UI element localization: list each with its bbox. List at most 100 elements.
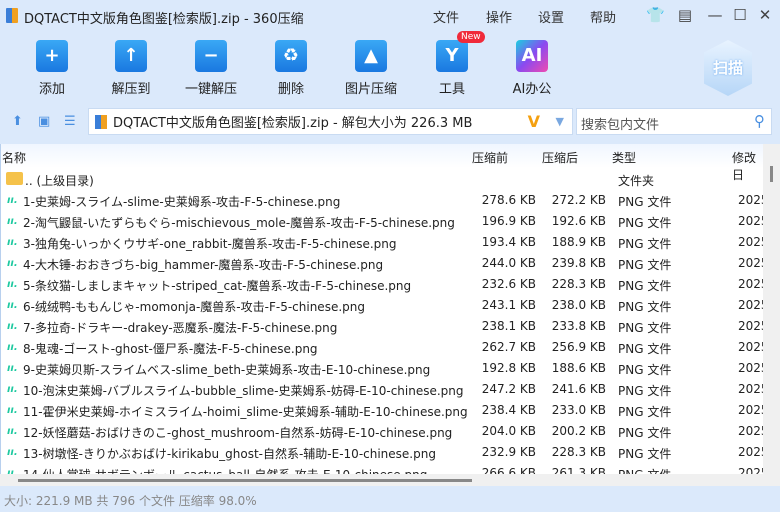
- file-row[interactable]: ıı. 9-史莱姆贝斯-スライムベス-slime_beth-史莱姆系-攻击-E-…: [1, 358, 769, 379]
- file-row[interactable]: ıı. 6-绒绒鸭-ももんじゃ-momonja-魔兽系-攻击-F-5-chine…: [1, 295, 769, 316]
- one-click-extract-label: 一键解压: [184, 82, 237, 97]
- size-before: 262.7 KB: [481, 340, 536, 354]
- status-bar: 大小: 221.9 MB 共 796 个文件 压缩率 98.0%: [4, 494, 257, 508]
- file-row[interactable]: ıı. 14-仙人掌球-サボテンボール-cactus_ball-自然系-攻击-E…: [1, 463, 769, 474]
- file-type: PNG 文件: [618, 363, 672, 377]
- delete-button[interactable]: ♻ 删除: [251, 40, 331, 97]
- address-bar[interactable]: DQTACT中文版角色图鉴[检索版].zip - 解包大小为 226.3 MB …: [88, 108, 573, 135]
- file-type: PNG 文件: [618, 342, 672, 356]
- ai-office-label: AI办公: [512, 82, 552, 97]
- file-row[interactable]: ıı. 4-大木锤-おおきづち-big_hammer-魔兽系-攻击-F-5-ch…: [1, 253, 769, 274]
- file-type: PNG 文件: [618, 258, 672, 272]
- png-file-icon: ıı.: [7, 363, 18, 374]
- parent-directory-row[interactable]: .. (上级目录) 文件夹: [1, 169, 763, 190]
- extract-to-icon: ↑: [115, 40, 147, 72]
- size-after: 261.3 KB: [551, 466, 606, 474]
- image-compress-button[interactable]: ▲ 图片压缩: [331, 40, 411, 97]
- vertical-scrollbar[interactable]: [763, 144, 780, 474]
- maximize-button[interactable]: ☐: [731, 6, 749, 24]
- png-file-icon: ıı.: [7, 342, 18, 353]
- file-name: 7-多拉奇-ドラキー-drakey-恶魔系-魔法-F-5-chinese.png: [23, 321, 338, 335]
- search-placeholder: 搜索包内文件: [581, 118, 660, 133]
- skin-icon[interactable]: 👕: [646, 6, 665, 24]
- file-name: 11-霍伊米史莱姆-ホイミスライム-hoimi_slime-史莱姆系-辅助-E-…: [23, 405, 468, 419]
- file-type: PNG 文件: [618, 237, 672, 251]
- file-name: 2-淘气鼹鼠-いたずらもぐら-mischievous_mole-魔兽系-攻击-F…: [23, 216, 455, 230]
- size-after: 228.3 KB: [551, 277, 606, 291]
- tools-icon: Y: [436, 40, 468, 72]
- image-compress-icon: ▲: [355, 40, 387, 72]
- file-row[interactable]: ıı. 1-史莱姆-スライム-slime-史莱姆系-攻击-F-5-chinese…: [1, 190, 769, 211]
- title-bar: DQTACT中文版角色图鉴[检索版].zip - 360压缩 文件 操作 设置 …: [0, 0, 780, 32]
- search-input[interactable]: 搜索包内文件 ⚲: [576, 108, 772, 135]
- thumbnail-view-icon[interactable]: ▣: [38, 114, 50, 129]
- size-before: 266.6 KB: [481, 466, 536, 474]
- menu-settings[interactable]: 设置: [538, 7, 564, 26]
- tools-button[interactable]: Y New 工具: [412, 31, 492, 97]
- menu-file[interactable]: 文件: [433, 7, 459, 26]
- minimize-button[interactable]: —: [706, 6, 724, 24]
- png-file-icon: ıı.: [7, 237, 18, 248]
- size-after: 228.3 KB: [551, 445, 606, 459]
- add-button[interactable]: + 添加: [12, 40, 92, 97]
- scroll-thumb[interactable]: [18, 479, 472, 482]
- size-after: 192.6 KB: [551, 214, 606, 228]
- file-row[interactable]: ıı. 8-鬼魂-ゴースト-ghost-僵尸系-魔法-F-5-chinese.p…: [1, 337, 769, 358]
- file-name: 12-妖怪蘑菇-おばけきのこ-ghost_mushroom-自然系-妨碍-E-1…: [23, 426, 453, 440]
- window-title: DQTACT中文版角色图鉴[检索版].zip - 360压缩: [24, 12, 304, 27]
- column-name[interactable]: 名称: [2, 149, 26, 166]
- size-before: 244.0 KB: [481, 256, 536, 270]
- file-list: 名称 压缩前 压缩后 类型 修改日 .. (上级目录) 文件夹 ıı. 1-史莱…: [0, 144, 780, 474]
- ai-office-button[interactable]: AI AI办公: [492, 40, 572, 97]
- size-after: 188.9 KB: [551, 235, 606, 249]
- file-row[interactable]: ıı. 10-泡沫史莱姆-バブルスライム-bubble_slime-史莱姆系-妨…: [1, 379, 769, 400]
- file-row[interactable]: ıı. 7-多拉奇-ドラキー-drakey-恶魔系-魔法-F-5-chinese…: [1, 316, 769, 337]
- file-row[interactable]: ıı. 5-条纹猫-しましまキャット-striped_cat-魔兽系-攻击-F-…: [1, 274, 769, 295]
- delete-icon: ♻: [275, 40, 307, 72]
- one-click-extract-button[interactable]: − 一键解压: [171, 40, 251, 97]
- extract-to-button[interactable]: ↑ 解压到: [91, 40, 171, 97]
- file-row[interactable]: ıı. 3-独角兔-いっかくウサギ-one_rabbit-魔兽系-攻击-F-5-…: [1, 232, 769, 253]
- file-name: 9-史莱姆贝斯-スライムベス-slime_beth-史莱姆系-攻击-E-10-c…: [23, 363, 431, 377]
- file-type: PNG 文件: [618, 279, 672, 293]
- file-row[interactable]: ıı. 11-霍伊米史莱姆-ホイミスライム-hoimi_slime-史莱姆系-辅…: [1, 400, 769, 421]
- png-file-icon: ıı.: [7, 300, 18, 311]
- v-logo-icon[interactable]: V: [528, 112, 540, 131]
- size-before: 204.0 KB: [481, 424, 536, 438]
- column-type[interactable]: 类型: [612, 149, 636, 166]
- size-after: 188.6 KB: [551, 361, 606, 375]
- file-type: PNG 文件: [618, 405, 672, 419]
- chevron-down-icon[interactable]: ▼: [556, 115, 564, 128]
- tools-label: 工具: [438, 82, 465, 97]
- size-before: 232.9 KB: [481, 445, 536, 459]
- folder-icon: [6, 172, 23, 185]
- png-file-icon: ıı.: [7, 195, 18, 206]
- address-path: DQTACT中文版角色图鉴[检索版].zip - 解包大小为 226.3 MB: [113, 116, 473, 131]
- file-type: PNG 文件: [618, 384, 672, 398]
- menu-help[interactable]: 帮助: [590, 7, 616, 26]
- png-file-icon: ıı.: [7, 426, 18, 437]
- archive-icon: [6, 8, 18, 23]
- size-after: 256.9 KB: [551, 340, 606, 354]
- file-type: PNG 文件: [618, 300, 672, 314]
- feedback-icon[interactable]: ▤: [676, 6, 694, 24]
- size-before: 238.4 KB: [481, 403, 536, 417]
- horizontal-scrollbar[interactable]: [0, 474, 780, 486]
- file-row[interactable]: ıı. 12-妖怪蘑菇-おばけきのこ-ghost_mushroom-自然系-妨碍…: [1, 421, 769, 442]
- file-row[interactable]: ıı. 13-树墩怪-きりかぶおばけ-kirikabu_ghost-自然系-辅助…: [1, 442, 769, 463]
- new-badge: New: [457, 31, 485, 43]
- up-arrow-icon[interactable]: ⬆: [12, 114, 23, 129]
- column-size-before[interactable]: 压缩前: [472, 149, 508, 166]
- extract-to-label: 解压到: [111, 82, 151, 97]
- close-button[interactable]: ✕: [756, 6, 774, 24]
- menu-operate[interactable]: 操作: [486, 7, 512, 26]
- scroll-thumb[interactable]: [770, 166, 773, 182]
- file-name: 14-仙人掌球-サボテンボール-cactus_ball-自然系-攻击-E-10-…: [23, 466, 427, 474]
- column-size-after[interactable]: 压缩后: [542, 149, 578, 166]
- png-file-icon: ıı.: [7, 447, 18, 458]
- search-icon[interactable]: ⚲: [754, 112, 765, 130]
- add-icon: +: [36, 40, 68, 72]
- file-row[interactable]: ıı. 2-淘气鼹鼠-いたずらもぐら-mischievous_mole-魔兽系-…: [1, 211, 769, 232]
- list-view-icon[interactable]: ☰: [64, 114, 76, 129]
- file-type: PNG 文件: [618, 447, 672, 461]
